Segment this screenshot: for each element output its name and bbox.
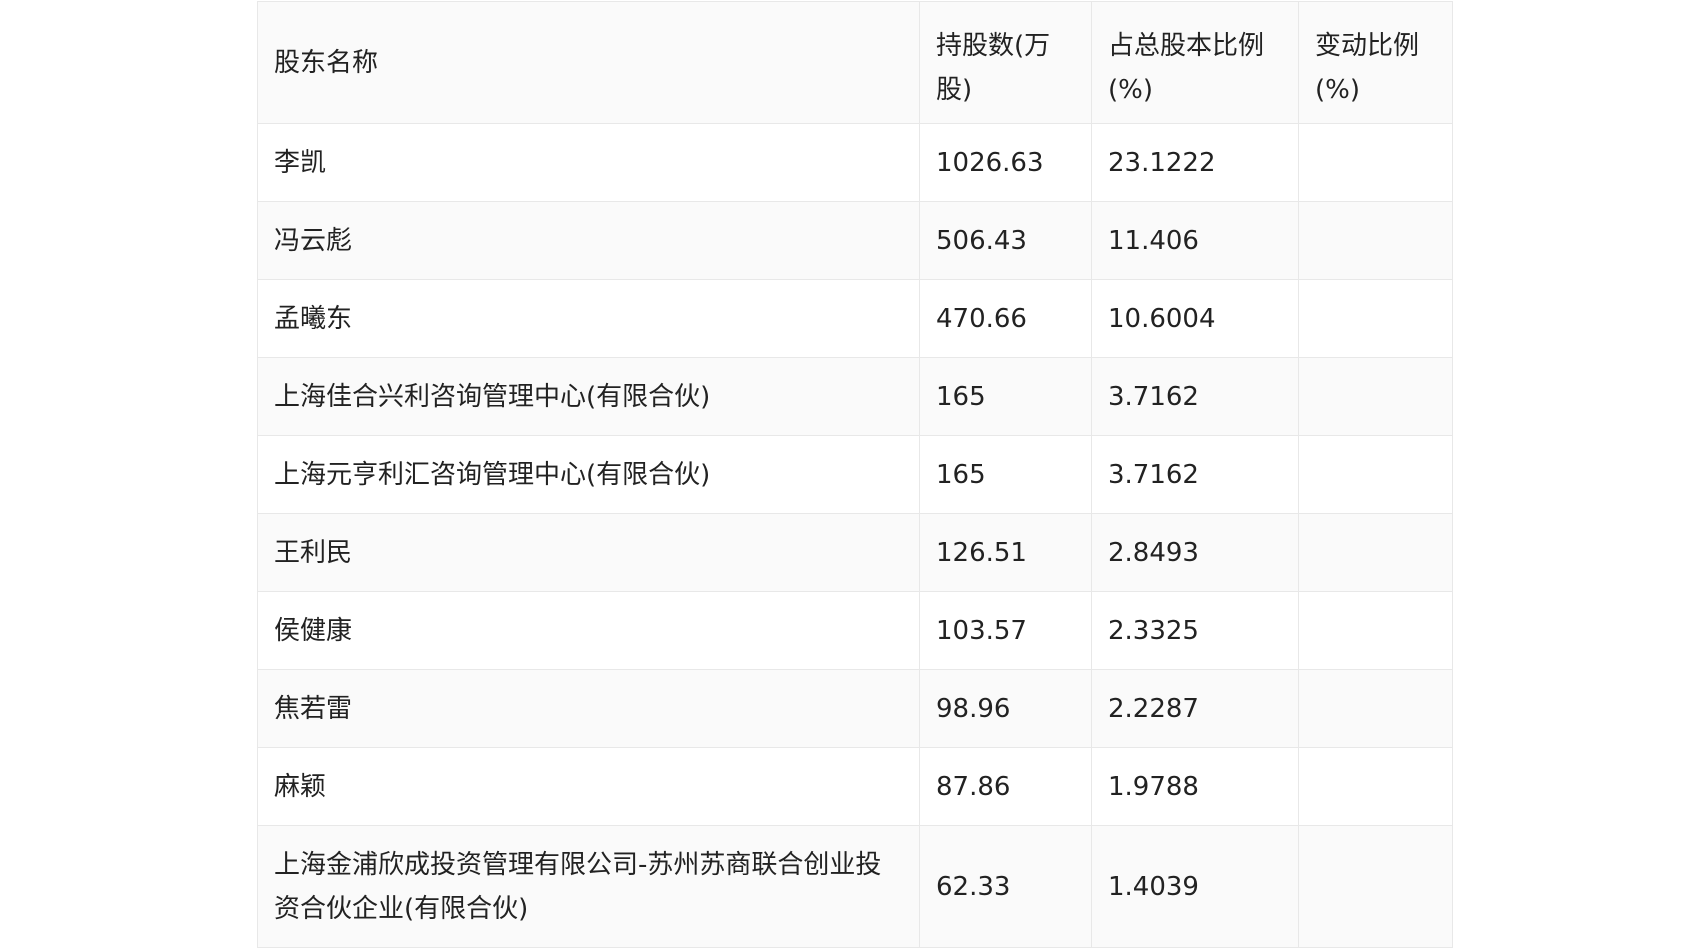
cell-share-ratio: 1.4039	[1091, 825, 1299, 948]
table-row: 王利民 126.51 2.8493	[257, 513, 1453, 592]
cell-change-ratio	[1298, 435, 1453, 514]
header-share-ratio: 占总股本比例(%)	[1091, 1, 1299, 124]
cell-shareholder-name: 上海佳合兴利咨询管理中心(有限合伙)	[257, 357, 920, 436]
cell-share-ratio: 10.6004	[1091, 279, 1299, 358]
cell-change-ratio	[1298, 123, 1453, 202]
table-row: 麻颖 87.86 1.9788	[257, 747, 1453, 826]
cell-change-ratio	[1298, 669, 1453, 748]
cell-change-ratio	[1298, 279, 1453, 358]
shareholder-table-container: 股东名称 持股数(万股) 占总股本比例(%) 变动比例(%) 李凯 1026.6…	[257, 1, 1453, 948]
cell-change-ratio	[1298, 201, 1453, 280]
cell-shareholder-name: 上海元亨利汇咨询管理中心(有限合伙)	[257, 435, 920, 514]
shareholder-table: 股东名称 持股数(万股) 占总股本比例(%) 变动比例(%) 李凯 1026.6…	[257, 1, 1453, 948]
cell-shares-held: 62.33	[919, 825, 1092, 948]
cell-change-ratio	[1298, 825, 1453, 948]
table-row: 侯健康 103.57 2.3325	[257, 591, 1453, 670]
cell-share-ratio: 3.7162	[1091, 357, 1299, 436]
table-row: 冯云彪 506.43 11.406	[257, 201, 1453, 280]
cell-shares-held: 98.96	[919, 669, 1092, 748]
table-row: 上海金浦欣成投资管理有限公司-苏州苏商联合创业投资合伙企业(有限合伙) 62.3…	[257, 825, 1453, 948]
cell-shareholder-name: 冯云彪	[257, 201, 920, 280]
cell-share-ratio: 23.1222	[1091, 123, 1299, 202]
header-row: 股东名称 持股数(万股) 占总股本比例(%) 变动比例(%)	[257, 1, 1453, 124]
table-row: 上海佳合兴利咨询管理中心(有限合伙) 165 3.7162	[257, 357, 1453, 436]
cell-shares-held: 126.51	[919, 513, 1092, 592]
cell-shareholder-name: 李凯	[257, 123, 920, 202]
cell-shareholder-name: 侯健康	[257, 591, 920, 670]
cell-change-ratio	[1298, 747, 1453, 826]
cell-shareholder-name: 麻颖	[257, 747, 920, 826]
cell-change-ratio	[1298, 591, 1453, 670]
cell-share-ratio: 2.2287	[1091, 669, 1299, 748]
cell-share-ratio: 2.3325	[1091, 591, 1299, 670]
cell-shares-held: 165	[919, 357, 1092, 436]
table-row: 李凯 1026.63 23.1222	[257, 123, 1453, 202]
header-shareholder-name: 股东名称	[257, 1, 920, 124]
cell-shareholder-name: 孟曦东	[257, 279, 920, 358]
cell-shares-held: 506.43	[919, 201, 1092, 280]
cell-change-ratio	[1298, 513, 1453, 592]
cell-shares-held: 165	[919, 435, 1092, 514]
table-header: 股东名称 持股数(万股) 占总股本比例(%) 变动比例(%)	[257, 1, 1453, 124]
cell-share-ratio: 3.7162	[1091, 435, 1299, 514]
cell-share-ratio: 1.9788	[1091, 747, 1299, 826]
cell-shareholder-name: 王利民	[257, 513, 920, 592]
table-row: 焦若雷 98.96 2.2287	[257, 669, 1453, 748]
cell-change-ratio	[1298, 357, 1453, 436]
cell-shareholder-name: 上海金浦欣成投资管理有限公司-苏州苏商联合创业投资合伙企业(有限合伙)	[257, 825, 920, 948]
table-body: 李凯 1026.63 23.1222 冯云彪 506.43 11.406 孟曦东…	[257, 123, 1453, 948]
table-row: 孟曦东 470.66 10.6004	[257, 279, 1453, 358]
cell-shares-held: 1026.63	[919, 123, 1092, 202]
header-shares-held: 持股数(万股)	[919, 1, 1092, 124]
cell-share-ratio: 2.8493	[1091, 513, 1299, 592]
table-row: 上海元亨利汇咨询管理中心(有限合伙) 165 3.7162	[257, 435, 1453, 514]
cell-shares-held: 103.57	[919, 591, 1092, 670]
cell-shareholder-name: 焦若雷	[257, 669, 920, 748]
cell-shares-held: 87.86	[919, 747, 1092, 826]
cell-shares-held: 470.66	[919, 279, 1092, 358]
header-change-ratio: 变动比例(%)	[1298, 1, 1453, 124]
cell-share-ratio: 11.406	[1091, 201, 1299, 280]
